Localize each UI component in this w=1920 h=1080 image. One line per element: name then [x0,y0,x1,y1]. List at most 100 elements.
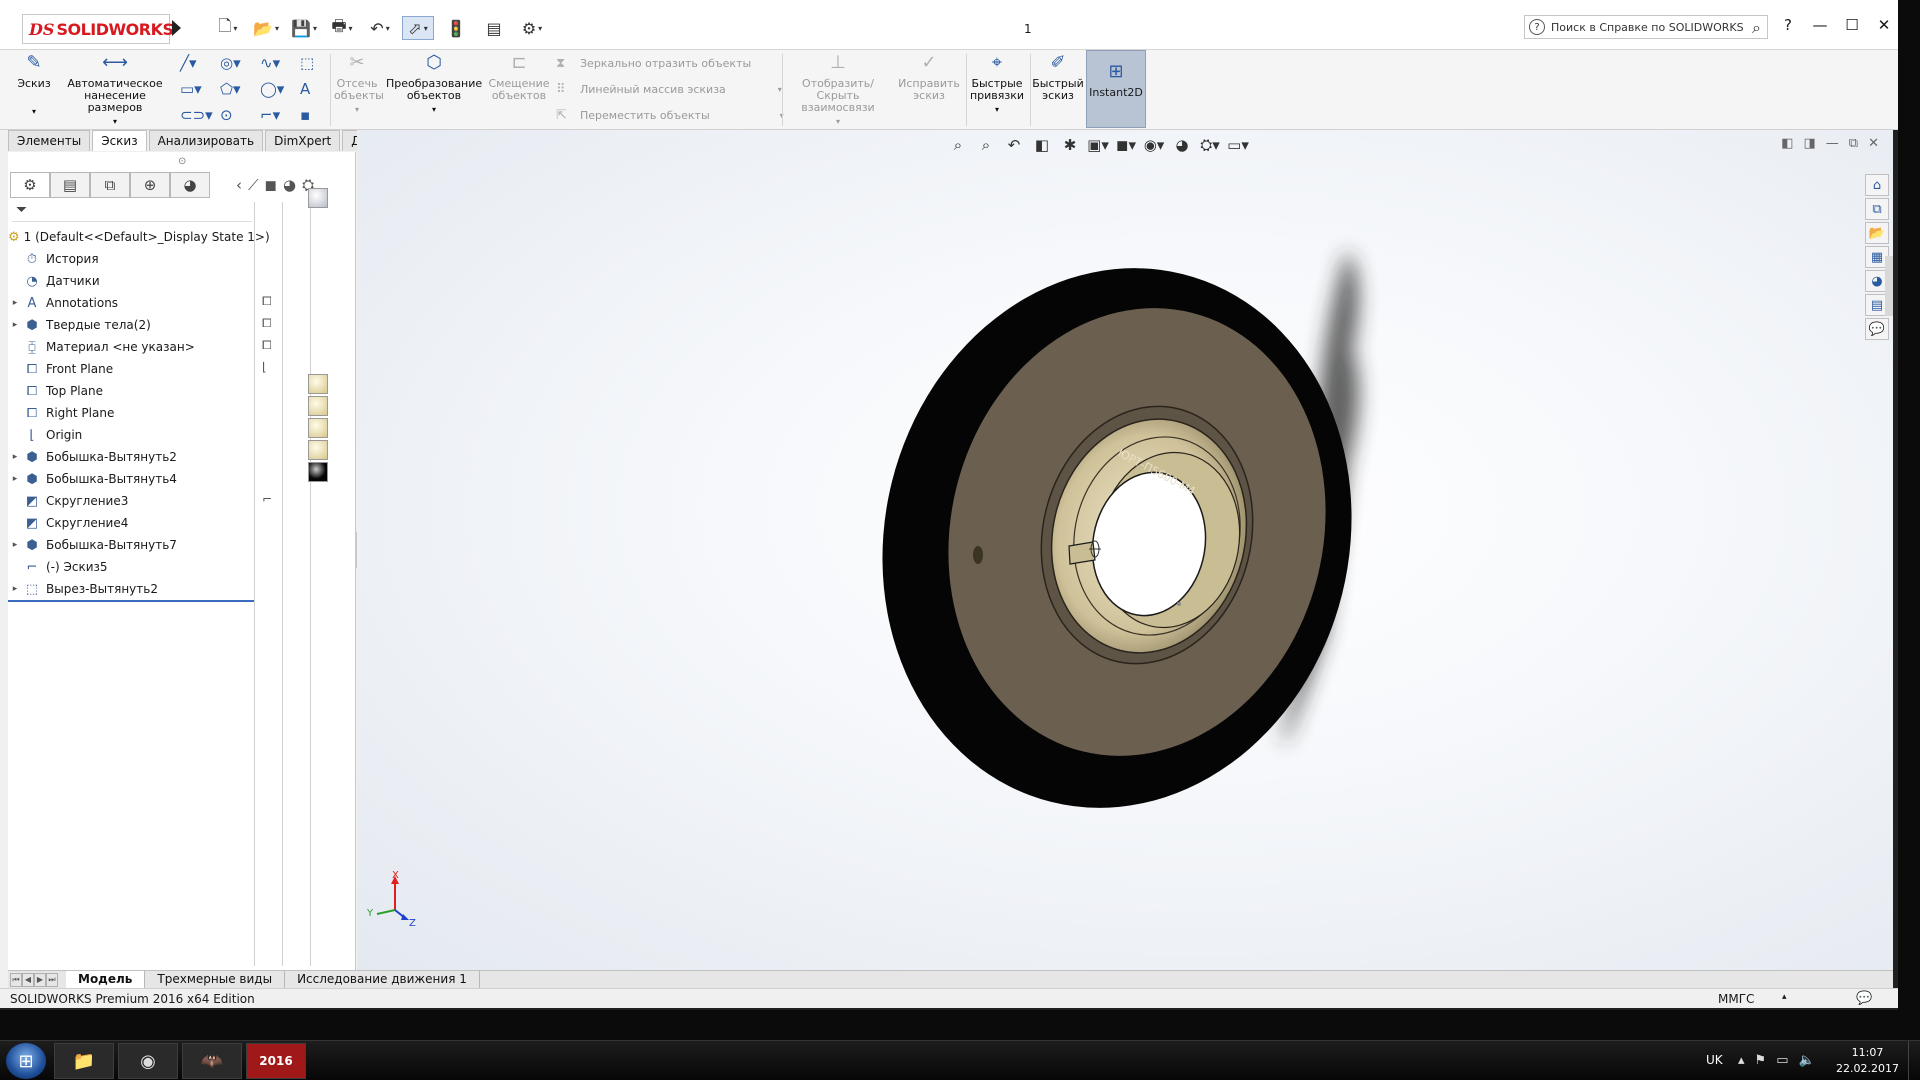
forum-icon[interactable]: 💬 [1865,318,1889,340]
maximize-button[interactable]: ☐ [1840,16,1864,34]
mirror-entities-button[interactable]: ⧗ Зеркально отразить объекты [556,56,751,71]
print-icon[interactable]: 🖶 ▾ [326,16,358,40]
command-tab[interactable]: Анализировать [148,130,264,151]
root-appearance-swatch[interactable] [308,188,328,208]
rapid-sketch-button[interactable]: ✐ Быстрый эскиз [1032,52,1084,102]
close-button[interactable]: ✕ [1872,16,1896,34]
help-search-input[interactable]: Поиск в Справке по SOLIDWORKS [1551,21,1744,34]
appearance-swatch-black[interactable] [308,462,328,482]
hide-show-items-icon[interactable]: ◉▾ [1143,136,1165,154]
windows-start-icon[interactable]: ⊞ [6,1043,46,1079]
viewport-prev-icon[interactable]: ◧ [1781,136,1793,151]
save-icon[interactable]: 💾 ▾ [288,16,320,40]
tree-node[interactable]: ◩ Скругление3 [8,490,254,512]
quick-snaps-button[interactable]: ⌖ Быстрые привязки ▾ [968,52,1026,116]
tree-node[interactable]: ⧮ Материал <не указан> [8,336,254,358]
appearance-swatch[interactable] [308,374,328,394]
solidworks-logo[interactable]: DS SOLIDWORKS [22,14,174,44]
display-style-icon[interactable]: ◼▾ [1115,136,1137,154]
show-desktop-button[interactable] [1908,1041,1920,1080]
action-center-icon[interactable]: ⚑ [1755,1053,1767,1068]
ellipse-tool-icon[interactable]: ◯▾ [260,80,300,106]
app-taskbar-icon[interactable]: 🦇 [182,1043,242,1079]
edit-appearance-icon[interactable]: ◕ [1171,136,1193,154]
system-clock[interactable]: 11:07 22.02.2017 [1836,1045,1899,1077]
open-document-icon[interactable]: 📂 ▾ [250,16,282,40]
spline-tool-icon[interactable]: ∿▾ [260,54,300,80]
hide-show-icon[interactable]: ⟋ [248,176,259,194]
options-gear-icon[interactable]: ⚙ ▾ [516,16,548,40]
sketch-button[interactable]: ✎ Эскиз ▾ [14,52,54,118]
rectangle-tool-icon[interactable]: ▭▾ [180,80,220,106]
display-style-icon[interactable]: ◼ [265,176,277,194]
model-view-tab[interactable]: Исследование движения 1 [285,970,480,989]
tree-node[interactable]: ◩ Скругление4 [8,512,254,534]
section-view-icon[interactable]: ◧ [1031,136,1053,154]
apply-scene-icon[interactable]: ⛭▾ [1199,136,1221,154]
volume-icon[interactable]: 🔈 [1798,1053,1814,1068]
fillet-sketch-icon[interactable]: ⌐▾ [260,106,300,132]
display-relations-button[interactable]: ⊥ Отобразить/Скрыть взаимосвязи ▾ [784,52,892,128]
minimize-button[interactable]: — [1808,16,1832,34]
prev-tab-icon[interactable]: ◀ [22,972,34,987]
feature-manager-tab-icon[interactable]: ⚙ [10,172,50,198]
tree-node[interactable]: ⧠ Right Plane [8,402,254,424]
undo-icon[interactable]: ↶ ▾ [364,16,396,40]
circle-tool-icon[interactable]: ◎▾ [220,54,260,80]
file-explorer-icon[interactable]: 📂 [1865,222,1889,244]
new-document-icon[interactable]: 🗋 ▾ [212,16,244,40]
tree-node[interactable]: ◔ Датчики [8,270,254,292]
zoom-to-fit-icon[interactable]: ⌕ [947,136,969,154]
tree-node[interactable]: ▸ ⬚ Вырез-Вытянуть2 [8,578,254,600]
convert-entities-button[interactable]: ⬡ Преобразование объектов ▾ [386,52,482,116]
viewport-close-icon[interactable]: ✕ [1868,136,1879,151]
search-icon[interactable]: ⌕ [1752,18,1761,38]
next-tab-icon[interactable]: ▶ [34,972,46,987]
tree-root-part[interactable]: ⚙ 1 (Default<<Default>_Display State 1>) [8,226,270,248]
network-icon[interactable]: ▭ [1776,1053,1788,1068]
first-tab-icon[interactable]: ⏮ [10,972,22,987]
previous-view-icon[interactable]: ↶ [1003,136,1025,154]
expand-arrow-icon[interactable]: ▸ [8,584,22,594]
expand-arrow-icon[interactable]: ▸ [8,474,22,484]
zoom-to-area-icon[interactable]: ⌕ [975,136,997,154]
trim-entities-button[interactable]: ✂ Отсечь объекты ▾ [334,52,384,116]
model-view-tab[interactable]: Модель [66,970,146,989]
appearance-swatch[interactable] [308,396,328,416]
command-tab[interactable]: DimXpert [265,130,341,151]
file-properties-icon[interactable]: ▤ [478,16,510,40]
tray-expand-icon[interactable]: ▴ [1738,1053,1745,1068]
point-tool-icon[interactable]: ⊙ [220,106,260,132]
tree-node[interactable]: ▸ ⬢ Бобышка-Вытянуть2 [8,446,254,468]
expand-arrow-icon[interactable]: ▸ [8,298,22,308]
slot-tool-icon[interactable]: ⊂⊃▾ [180,106,220,132]
tree-node[interactable]: ⌊ Origin [8,424,254,446]
language-indicator[interactable]: UK [1706,1053,1723,1067]
tree-node[interactable]: ▸ ⬢ Бобышка-Вытянуть7 [8,534,254,556]
line-tool-icon[interactable]: ╱▾ [180,54,220,80]
select-cursor-icon[interactable]: ⬀ ▾ [402,16,434,40]
display-manager-tab-icon[interactable]: ◕ [170,172,210,198]
smart-dimension-button[interactable]: ⟷ Автоматическое нанесение размеров ▾ [56,52,174,128]
polygon-tool-icon[interactable]: ⬠▾ [220,80,260,106]
help-search-box[interactable]: ? Поиск в Справке по SOLIDWORKS ⌕ [1524,15,1768,39]
unit-system-selector[interactable]: ММГС [1718,992,1754,1006]
pane-grip-icon[interactable]: ⊙ [178,156,186,167]
instant2d-button[interactable]: ⊞ Instant2D [1086,50,1146,128]
expand-arrow-icon[interactable]: ▸ [8,452,22,462]
origin-visibility-icon[interactable]: ⌊ [262,360,278,376]
plane-visibility-icon[interactable]: ⧠ [262,316,278,332]
move-entities-button[interactable]: ⇱ Переместить объекты ▾ [556,108,784,123]
viewport-restore-icon[interactable]: ⧉ [1849,136,1858,151]
task-pane-scrollbar[interactable] [1885,256,1893,316]
wheel-model[interactable]: ЮРТ-П5600-М4 [357,130,1893,970]
expand-arrow-icon[interactable]: ▸ [8,540,22,550]
tree-node[interactable]: ▸ ⬢ Твердые тела(2) [8,314,254,336]
solidworks-taskbar-icon[interactable]: 2016 [246,1043,306,1079]
tree-node[interactable]: ⧠ Front Plane [8,358,254,380]
dynamic-annotation-icon[interactable]: ✱ [1059,136,1081,154]
home-icon[interactable]: ⌂ [1865,174,1889,196]
plane-visibility-icon[interactable]: ⧠ [262,294,278,310]
viewport-next-icon[interactable]: ◨ [1804,136,1816,151]
linear-pattern-button[interactable]: ⠿ Линейный массив эскиза ▾ [556,82,782,97]
